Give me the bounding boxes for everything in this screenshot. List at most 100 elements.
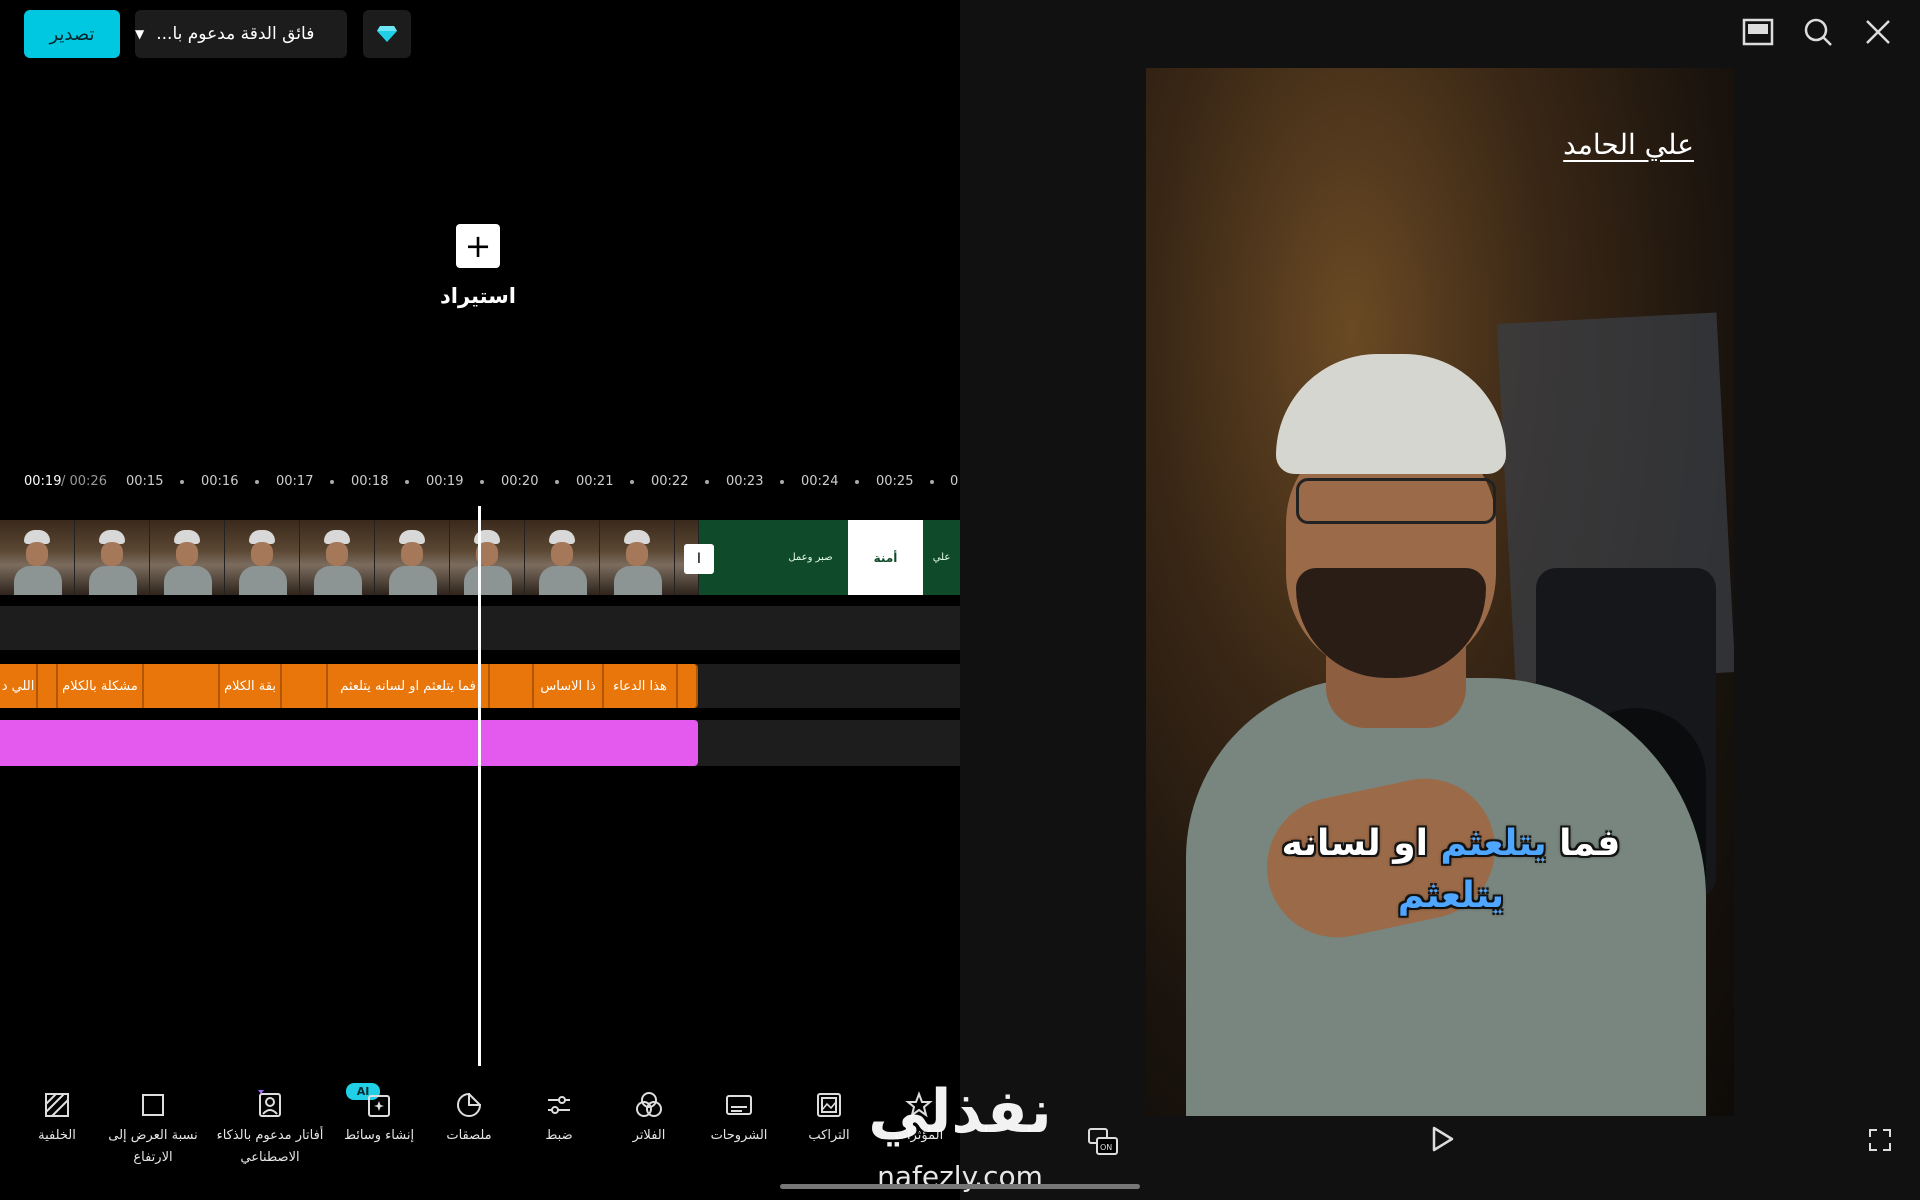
name-overlay[interactable]: علي الحامد <box>1146 128 1694 161</box>
captions-icon <box>726 1095 752 1115</box>
playhead[interactable] <box>478 506 481 1066</box>
clip-transition-marker[interactable]: I <box>684 544 714 574</box>
ruler-tick: 00:25 <box>876 474 914 489</box>
tool-label: الاصطناعي <box>240 1150 300 1165</box>
tool-adjust[interactable]: ضبط <box>514 1090 604 1148</box>
ruler-tick: 00:18 <box>351 474 389 489</box>
home-indicator[interactable] <box>780 1184 1140 1189</box>
export-button[interactable]: تصدير <box>24 10 120 58</box>
subtitle-overlay[interactable]: فما يتلعثم او لسانه يتلعثم <box>1206 818 1696 922</box>
preview-video[interactable]: علي الحامد فما يتلعثم او لسانه يتلعثم <box>1146 68 1734 1116</box>
create-media-icon <box>368 1095 390 1117</box>
editor-topbar: تصدير فائق الدقة مدعوم با... ▼ <box>0 0 960 66</box>
editor-panel: تصدير فائق الدقة مدعوم با... ▼ + استيراد… <box>0 0 960 1200</box>
filters-icon <box>636 1092 662 1117</box>
ruler-tick: 00:19 <box>426 474 464 489</box>
subtitle-word: فما <box>1559 823 1621 864</box>
tool-stickers[interactable]: ملصقات <box>424 1090 514 1148</box>
tool-label: نسبة العرض إلى <box>108 1128 198 1143</box>
subtitle-clip[interactable]: بقة الكلام <box>220 664 282 708</box>
tool-label: الشروحات <box>710 1128 768 1143</box>
subtitle-clip[interactable]: هذا الدعاء <box>604 664 678 708</box>
tool-label: الارتفاع <box>133 1150 173 1165</box>
green-clip[interactable]: صبر وعمل <box>773 520 848 595</box>
close-icon[interactable] <box>1860 14 1896 50</box>
subtitle-word-highlight: يتلعثم <box>1397 875 1505 916</box>
video-thumbnail[interactable] <box>225 520 300 595</box>
tool-background[interactable]: الخلفية <box>12 1090 102 1148</box>
video-thumbnail[interactable] <box>375 520 450 595</box>
subtitle-clip[interactable] <box>678 664 698 708</box>
subtitle-word-highlight: يتلعثم <box>1440 823 1547 864</box>
video-thumbnail[interactable] <box>300 520 375 595</box>
play-icon[interactable] <box>1426 1124 1456 1154</box>
tool-ai-avatar[interactable]: أفاتار مدعوم بالذكاء الاصطناعي <box>212 1090 328 1170</box>
ruler-dot <box>630 480 634 484</box>
subtitle-clip[interactable]: مشكلة بالكلام <box>58 664 144 708</box>
subtitle-word: او <box>1393 823 1428 864</box>
green-clip[interactable]: علي <box>923 520 960 595</box>
ruler-dot <box>480 480 484 484</box>
current-timecode: 00:19 <box>24 474 62 489</box>
video-thumbnail[interactable] <box>525 520 600 595</box>
import-label[interactable]: استيراد <box>420 284 536 308</box>
tool-label: الخلفية <box>38 1128 76 1143</box>
avatar-icon <box>258 1090 281 1117</box>
resolution-dropdown[interactable]: فائق الدقة مدعوم با... ▼ <box>135 10 347 58</box>
tool-label: الفلاتر <box>632 1128 666 1143</box>
video-thumbnail[interactable] <box>0 520 75 595</box>
title-card-clip[interactable]: أمنة <box>848 520 923 595</box>
video-thumbnail[interactable] <box>600 520 675 595</box>
subtitle-clip[interactable]: ذا الاساس <box>534 664 604 708</box>
ruler-tick: 0 <box>950 474 959 489</box>
tool-label: أفاتار مدعوم بالذكاء <box>216 1128 324 1143</box>
tool-create-media[interactable]: إنشاء وسائط <box>334 1090 424 1148</box>
tool-filters[interactable]: الفلاتر <box>604 1090 694 1148</box>
ruler-dot <box>330 480 334 484</box>
caret-down-icon: ▼ <box>135 27 145 41</box>
tool-label: ضبط <box>545 1128 573 1143</box>
tool-aspect-ratio[interactable]: نسبة العرض إلى الارتفاع <box>108 1090 198 1170</box>
sticker-icon <box>457 1092 482 1117</box>
ruler-tick: 00:22 <box>651 474 689 489</box>
fullscreen-icon[interactable] <box>1868 1128 1892 1152</box>
subtitle-clip[interactable] <box>490 664 534 708</box>
subtitle-clip[interactable] <box>144 664 220 708</box>
ruler-dot <box>780 480 784 484</box>
premium-button[interactable] <box>363 10 411 58</box>
import-button[interactable]: + <box>456 224 500 268</box>
subtitle-clip[interactable] <box>282 664 328 708</box>
ruler-tick: 00:23 <box>726 474 764 489</box>
audio-clip[interactable] <box>0 720 698 766</box>
ruler-dot <box>930 480 934 484</box>
subtitle-clip[interactable]: فما يتلعثم او لسانه يتلعثم <box>328 664 490 708</box>
ruler-dot <box>855 480 859 484</box>
background-icon <box>45 1093 69 1117</box>
total-timecode: / 00:26 <box>61 474 107 489</box>
svg-text:ON: ON <box>1100 1143 1112 1152</box>
preview-person-glasses <box>1296 478 1496 524</box>
video-thumbnail[interactable] <box>75 520 150 595</box>
watermark-logo: نفذلي <box>868 1077 1052 1147</box>
tool-label: إنشاء وسائط <box>343 1128 415 1143</box>
ruler-dot <box>180 480 184 484</box>
timeline-ruler[interactable]: 00:19 / 00:26 00:15 00:16 00:17 00:18 00… <box>0 468 960 498</box>
subtitle-clip[interactable]: اللي د <box>0 664 38 708</box>
ruler-tick: 00:15 <box>126 474 164 489</box>
preview-person-cap <box>1276 354 1506 474</box>
screen-cast-on-icon[interactable]: ON <box>1086 1124 1120 1158</box>
video-thumbnail[interactable] <box>150 520 225 595</box>
ruler-tick: 00:24 <box>801 474 839 489</box>
picture-in-picture-icon[interactable] <box>1740 14 1776 50</box>
diamond-icon <box>377 26 397 42</box>
tool-captions[interactable]: الشروحات <box>694 1090 784 1148</box>
subtitle-word: لسانه <box>1281 823 1381 864</box>
ruler-dot <box>705 480 709 484</box>
adjust-sliders-icon <box>548 1096 570 1114</box>
subtitle-clip[interactable] <box>38 664 58 708</box>
aspect-ratio-icon <box>142 1094 164 1116</box>
tool-label: ملصقات <box>446 1128 492 1143</box>
search-icon[interactable] <box>1800 14 1836 50</box>
ruler-tick: 00:20 <box>501 474 539 489</box>
video-thumbnail[interactable] <box>450 520 525 595</box>
